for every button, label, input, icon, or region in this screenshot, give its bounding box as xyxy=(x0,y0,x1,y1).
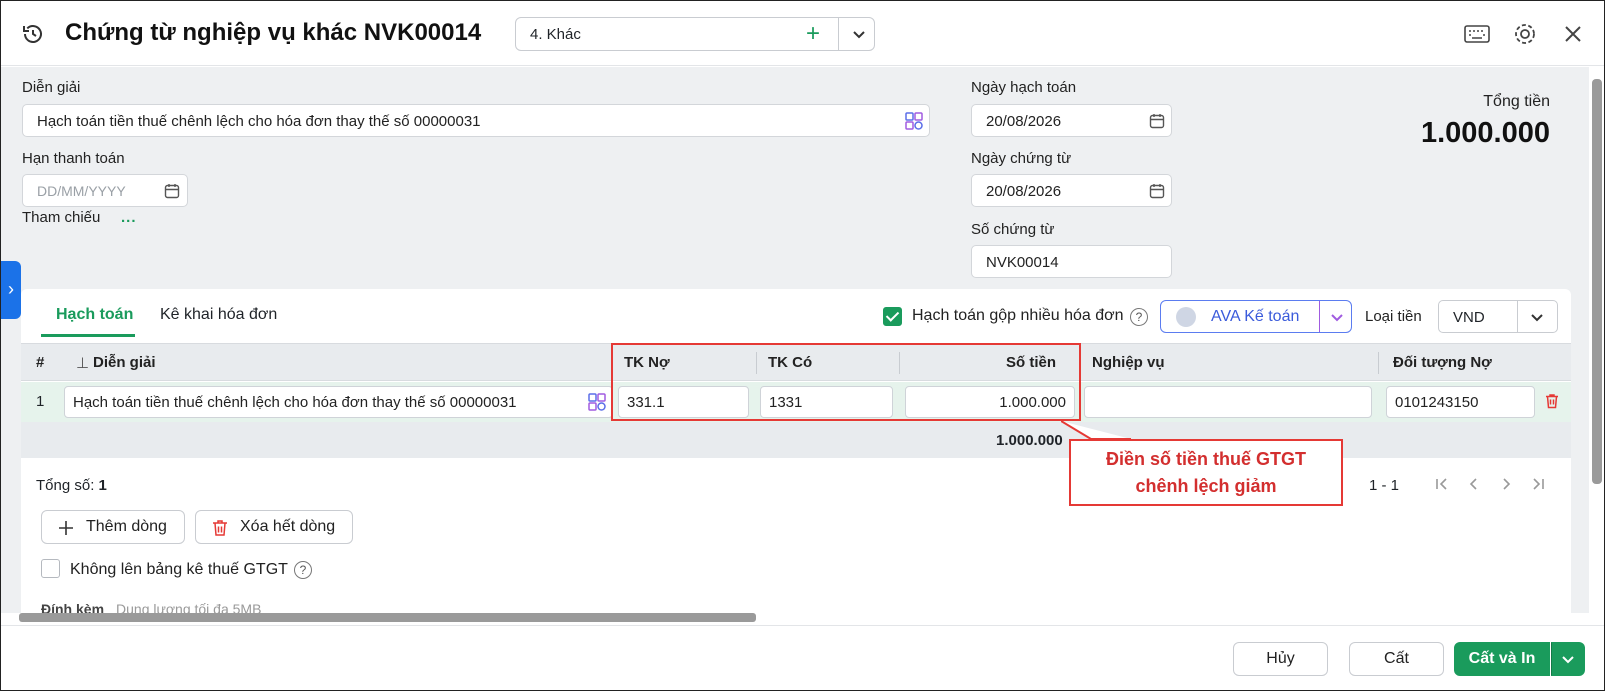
col-header-dien-giai[interactable]: Diễn giải xyxy=(93,354,156,371)
save-print-button[interactable]: Cất và In xyxy=(1454,642,1550,676)
ngay-hach-toan-input[interactable]: 20/08/2026 xyxy=(971,104,1172,137)
calendar-icon[interactable] xyxy=(1149,113,1165,129)
loai-tien-label: Loại tiền xyxy=(1365,308,1422,325)
row-number: 1 xyxy=(36,393,45,410)
save-button[interactable]: Cất xyxy=(1349,642,1444,676)
add-type-icon[interactable]: + xyxy=(806,21,820,47)
row-doi-tuong-no-input[interactable]: 0101243150 xyxy=(1386,386,1535,418)
divider xyxy=(1517,301,1518,332)
ai-suggest-icon[interactable] xyxy=(904,111,924,131)
calendar-icon[interactable] xyxy=(164,183,180,199)
keyboard-icon[interactable] xyxy=(1463,21,1491,47)
chevron-down-icon[interactable] xyxy=(849,24,869,44)
row-nghiep-vu-input[interactable] xyxy=(1084,386,1372,418)
callout-line-1: Điền số tiền thuế GTGT xyxy=(1105,449,1306,469)
tong-tien-label: Tổng tiền xyxy=(1483,93,1550,110)
plus-icon xyxy=(59,521,73,535)
expand-sidebar-button[interactable]: › xyxy=(1,261,21,319)
gop-hoa-don-label: Hạch toán gộp nhiều hóa đơn xyxy=(912,307,1124,324)
delete-all-label: Xóa hết dòng xyxy=(240,518,336,535)
chevron-down-icon[interactable] xyxy=(1327,307,1347,327)
delete-all-rows-button[interactable]: Xóa hết dòng xyxy=(195,510,353,544)
dien-giai-label: Diễn giải xyxy=(22,79,81,96)
dialog-window: Chứng từ nghiệp vụ khác NVK00014 4. Khác… xyxy=(0,0,1605,691)
close-icon[interactable] xyxy=(1559,21,1587,47)
ai-suggest-icon[interactable] xyxy=(587,392,607,412)
row-dien-giai-input[interactable]: Hạch toán tiền thuế chênh lệch cho hóa đ… xyxy=(64,386,613,418)
calendar-icon[interactable] xyxy=(1149,183,1165,199)
han-thanh-toan-label: Hạn thanh toán xyxy=(22,150,125,167)
tong-tien-value: 1.000.000 xyxy=(1420,117,1550,149)
cancel-button[interactable]: Hủy xyxy=(1233,642,1328,676)
save-print-dropdown[interactable] xyxy=(1551,642,1585,676)
help-icon[interactable]: ? xyxy=(294,561,312,579)
vertical-scrollbar[interactable] xyxy=(1592,79,1602,484)
highlight-box xyxy=(611,343,1081,421)
prev-page-icon[interactable] xyxy=(1465,475,1483,493)
tham-chieu-more-button[interactable]: ... xyxy=(121,209,137,226)
trash-icon[interactable] xyxy=(1543,392,1561,410)
last-page-icon[interactable] xyxy=(1529,475,1547,493)
dien-giai-input[interactable]: Hạch toán tiền thuế chênh lệch cho hóa đ… xyxy=(22,104,930,137)
col-header-nghiep-vu[interactable]: Nghiệp vụ xyxy=(1092,354,1165,371)
khong-len-bang-ke-checkbox[interactable] xyxy=(41,559,60,578)
add-row-label: Thêm dòng xyxy=(86,518,167,535)
col-header-doi-tuong-no[interactable]: Đối tượng Nợ xyxy=(1393,354,1492,371)
help-icon[interactable]: ? xyxy=(1130,308,1148,326)
history-icon[interactable] xyxy=(21,22,45,46)
horizontal-scrollbar[interactable] xyxy=(19,613,756,622)
loai-tien-select[interactable]: VND xyxy=(1438,300,1558,333)
col-header-no: # xyxy=(36,354,45,371)
next-page-icon[interactable] xyxy=(1497,475,1515,493)
dialog-title: Chứng từ nghiệp vụ khác NVK00014 xyxy=(65,19,482,46)
voucher-type-select[interactable]: 4. Khác + xyxy=(515,17,875,51)
divider xyxy=(838,18,839,50)
callout-line-2: chênh lệch giảm xyxy=(1135,476,1277,496)
active-tab-indicator xyxy=(41,334,135,337)
divider xyxy=(1319,301,1320,332)
ava-label: AVA Kế toán xyxy=(1211,308,1300,325)
gear-icon[interactable] xyxy=(1511,21,1539,47)
dialog-header: Chứng từ nghiệp vụ khác NVK00014 4. Khác… xyxy=(1,1,1604,66)
add-row-button[interactable]: Thêm dòng xyxy=(41,510,185,544)
tham-chieu-label: Tham chiếu xyxy=(22,209,101,226)
ava-ke-toan-button[interactable]: AVA Kế toán xyxy=(1160,300,1352,333)
action-bar: Hủy Cất Cất và In xyxy=(1,625,1604,690)
pin-icon[interactable]: ⊥ xyxy=(76,354,89,372)
so-tien-sum: 1.000.000 xyxy=(996,432,1063,449)
tab-ke-khai-hoa-don[interactable]: Kê khai hóa đơn xyxy=(160,306,277,324)
loai-tien-value: VND xyxy=(1453,309,1485,326)
khong-len-bang-ke-label: Không lên bảng kê thuế GTGT xyxy=(70,561,288,578)
ngay-chung-tu-label: Ngày chứng từ xyxy=(971,150,1072,167)
so-chung-tu-input[interactable]: NVK00014 xyxy=(971,245,1172,278)
page-range: 1 - 1 xyxy=(1369,477,1400,494)
tong-so-value: 1 xyxy=(98,477,107,494)
col-divider[interactable] xyxy=(1378,352,1379,374)
avatar xyxy=(1176,307,1196,327)
tong-so-label: Tổng số: 1 xyxy=(36,477,107,494)
ngay-hach-toan-label: Ngày hạch toán xyxy=(971,79,1077,96)
gop-hoa-don-checkbox[interactable] xyxy=(883,307,902,326)
tong-so-text: Tổng số: xyxy=(36,477,95,494)
callout-note: Điền số tiền thuế GTGT chênh lệch giảm xyxy=(1069,439,1343,506)
tab-hach-toan[interactable]: Hạch toán xyxy=(56,306,133,324)
ngay-chung-tu-input[interactable]: 20/08/2026 xyxy=(971,174,1172,207)
chevron-down-icon[interactable] xyxy=(1527,307,1547,327)
trash-icon xyxy=(213,520,227,536)
voucher-type-value: 4. Khác xyxy=(530,26,581,43)
chevron-down-icon xyxy=(1562,656,1574,664)
so-chung-tu-label: Số chứng từ xyxy=(971,221,1055,238)
first-page-icon[interactable] xyxy=(1433,475,1451,493)
